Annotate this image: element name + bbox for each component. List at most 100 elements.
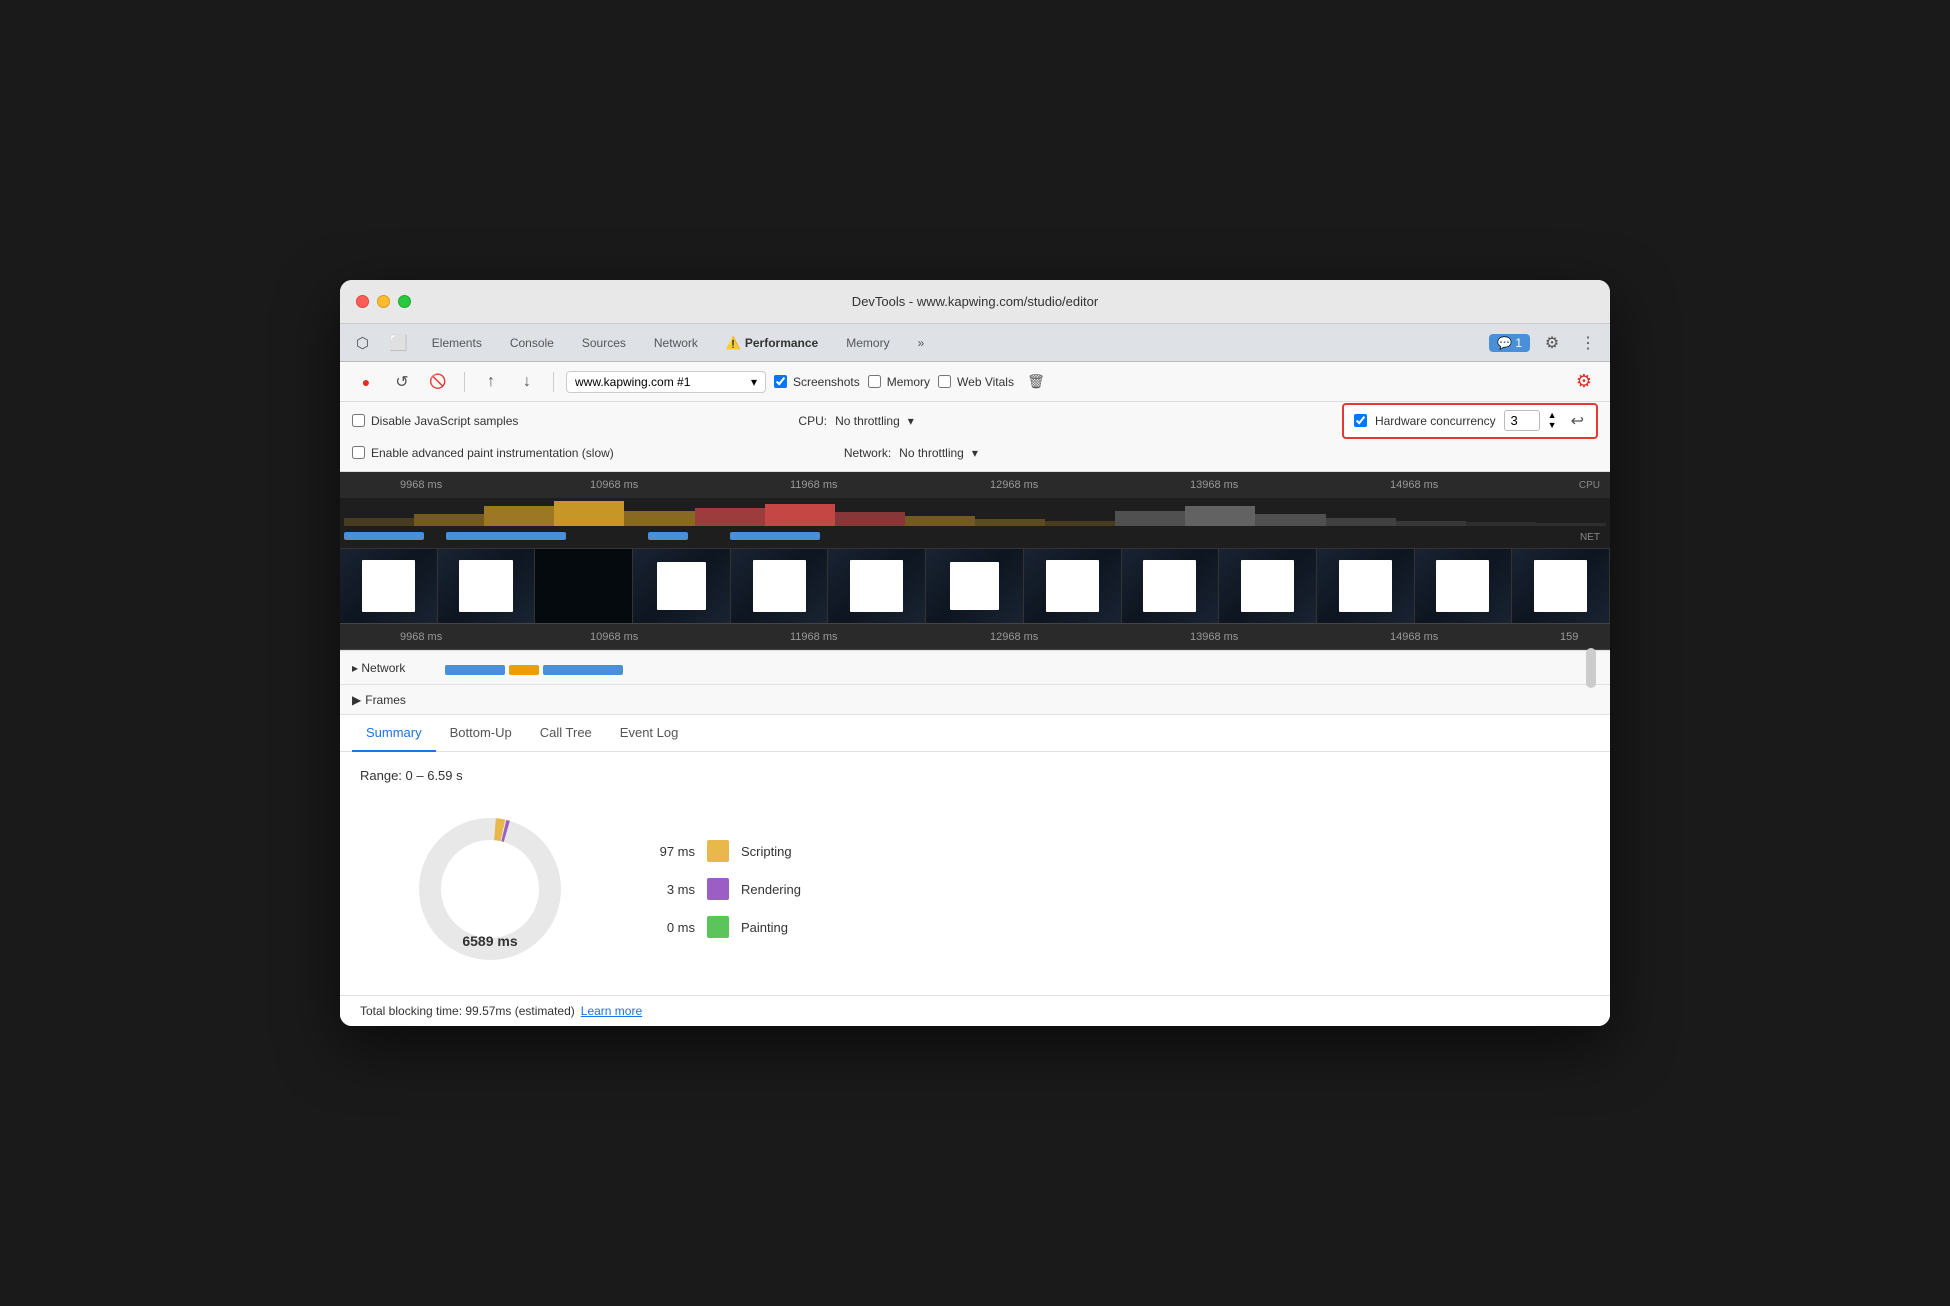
url-value: www.kapwing.com #1 [575, 375, 747, 389]
reload-button[interactable]: ↺ [388, 368, 416, 396]
summary-content: Range: 0 – 6.59 s 6589 ms [340, 752, 1610, 995]
painting-label: Painting [741, 920, 788, 935]
hw-concurrency-panel: Hardware concurrency ▲ ▼ ↩ [1342, 403, 1598, 439]
screenshot-9 [1122, 549, 1220, 623]
tab-bottom-up[interactable]: Bottom-Up [436, 715, 526, 752]
tab-screen-icon[interactable]: ⬜ [381, 329, 416, 357]
screenshot-5 [731, 549, 829, 623]
enable-paint-checkbox-label[interactable]: Enable advanced paint instrumentation (s… [352, 446, 614, 460]
rendering-value: 3 ms [640, 882, 695, 897]
net-track [340, 530, 1610, 542]
legend-area: 97 ms Scripting 3 ms Rendering 0 ms Pain… [640, 840, 801, 938]
network-row: ▸ Network [340, 651, 1610, 685]
ruler-label-6: 14968 ms [1390, 479, 1438, 491]
disable-js-checkbox-label[interactable]: Disable JavaScript samples [352, 414, 518, 428]
download-button[interactable]: ↓ [513, 368, 541, 396]
url-selector[interactable]: www.kapwing.com #1 ▾ [566, 371, 766, 393]
bottom-ruler-label-5: 13968 ms [1190, 631, 1238, 643]
screenshot-2 [438, 549, 536, 623]
tab-sources[interactable]: Sources [570, 329, 638, 357]
timeline-ruler-bottom: 9968 ms 10968 ms 11968 ms 12968 ms 13968… [340, 623, 1610, 649]
frames-row: ▶ Frames [340, 685, 1610, 715]
options-row-2: Enable advanced paint instrumentation (s… [352, 437, 1598, 469]
perf-settings-button[interactable]: ⚙ [1570, 368, 1598, 396]
tab-cursor-icon[interactable]: ⬡ [348, 329, 377, 357]
hw-concurrency-input[interactable] [1504, 410, 1540, 431]
minimize-button[interactable] [377, 295, 390, 308]
screenshot-6 [828, 549, 926, 623]
web-vitals-checkbox[interactable] [938, 375, 951, 388]
hw-undo-button[interactable]: ↩ [1569, 409, 1586, 433]
settings-tab-button[interactable]: ⚙ [1538, 329, 1566, 357]
maximize-button[interactable] [398, 295, 411, 308]
traffic-lights [356, 295, 411, 308]
tab-more[interactable]: » [906, 329, 937, 357]
url-dropdown-icon: ▾ [751, 375, 757, 389]
scripting-color-swatch [707, 840, 729, 862]
range-text: Range: 0 – 6.59 s [360, 768, 1590, 783]
hw-concurrency-checkbox[interactable] [1354, 414, 1367, 427]
ruler-label-3: 11968 ms [790, 479, 838, 491]
tab-call-tree[interactable]: Call Tree [526, 715, 606, 752]
painting-value: 0 ms [640, 920, 695, 935]
hw-concurrency-label: Hardware concurrency [1375, 414, 1496, 428]
legend-painting: 0 ms Painting [640, 916, 801, 938]
footer-bar: Total blocking time: 99.57ms (estimated)… [340, 995, 1610, 1026]
more-options-button[interactable]: ⋮ [1574, 329, 1602, 357]
devtools-window: DevTools - www.kapwing.com/studio/editor… [340, 280, 1610, 1026]
scripting-value: 97 ms [640, 844, 695, 859]
tabs-right-actions: 💬 1 ⚙ ⋮ [1489, 329, 1602, 357]
clear-button[interactable]: 🚫 [424, 368, 452, 396]
screenshot-3 [535, 549, 633, 623]
toolbar-separator-1 [464, 372, 465, 392]
title-bar: DevTools - www.kapwing.com/studio/editor [340, 280, 1610, 324]
network-dropdown-icon[interactable]: ▾ [972, 446, 978, 460]
tab-console[interactable]: Console [498, 329, 566, 357]
tab-performance[interactable]: ⚠️ Performance [714, 329, 830, 357]
cpu-track [340, 498, 1610, 528]
tab-event-log[interactable]: Event Log [606, 715, 693, 752]
learn-more-link[interactable]: Learn more [581, 1004, 642, 1018]
net-track-label: NET [1580, 532, 1600, 543]
bottom-ruler-label-1: 9968 ms [400, 631, 442, 643]
bottom-ruler-label-2: 10968 ms [590, 631, 638, 643]
tab-memory[interactable]: Memory [834, 329, 901, 357]
hw-concurrency-spinner[interactable]: ▲ ▼ [1548, 411, 1557, 431]
tab-elements[interactable]: Elements [420, 329, 494, 357]
scrollbar-thumb[interactable] [1586, 648, 1596, 688]
tab-network[interactable]: Network [642, 329, 710, 357]
options-row-1: Disable JavaScript samples CPU: No throt… [352, 405, 1598, 437]
screenshots-strip [340, 548, 1610, 623]
rendering-label: Rendering [741, 882, 801, 897]
ruler-label-5: 13968 ms [1190, 479, 1238, 491]
memory-checkbox[interactable] [868, 375, 881, 388]
close-button[interactable] [356, 295, 369, 308]
gear-icon: ⚙ [1545, 333, 1559, 353]
cpu-dropdown-icon[interactable]: ▾ [908, 414, 914, 428]
more-dots-icon: ⋮ [1580, 333, 1596, 353]
disable-js-checkbox[interactable] [352, 414, 365, 427]
frames-collapse-icon[interactable]: ▶ [352, 693, 361, 707]
ruler-label-1: 9968 ms [400, 479, 442, 491]
trash-button[interactable]: 🗑 [1022, 368, 1050, 396]
tabs-bar: ⬡ ⬜ Elements Console Sources Network ⚠️ … [340, 324, 1610, 362]
sub-tabs: Summary Bottom-Up Call Tree Event Log [340, 715, 1610, 752]
screenshot-1 [340, 549, 438, 623]
network-throttle-value: No throttling [899, 446, 964, 460]
network-collapse-label[interactable]: ▸ Network [352, 661, 405, 675]
enable-paint-checkbox[interactable] [352, 446, 365, 459]
tab-summary[interactable]: Summary [352, 715, 436, 752]
record-button[interactable]: ● [352, 368, 380, 396]
feedback-badge[interactable]: 💬 1 [1489, 334, 1530, 352]
bottom-ruler-label-7: 159 [1560, 631, 1578, 643]
timeline-tracks: NET [340, 498, 1610, 548]
memory-checkbox-label[interactable]: Memory [868, 375, 930, 389]
timeline-ruler-top: 9968 ms 10968 ms 11968 ms 12968 ms 13968… [340, 472, 1610, 498]
bottom-ruler-label-6: 14968 ms [1390, 631, 1438, 643]
main-toolbar: ● ↺ 🚫 ↑ ↓ www.kapwing.com #1 ▾ Screensho… [340, 362, 1610, 402]
screenshots-checkbox[interactable] [774, 375, 787, 388]
screenshots-checkbox-label[interactable]: Screenshots [774, 375, 860, 389]
web-vitals-checkbox-label[interactable]: Web Vitals [938, 375, 1014, 389]
upload-button[interactable]: ↑ [477, 368, 505, 396]
screenshot-13 [1512, 549, 1610, 623]
